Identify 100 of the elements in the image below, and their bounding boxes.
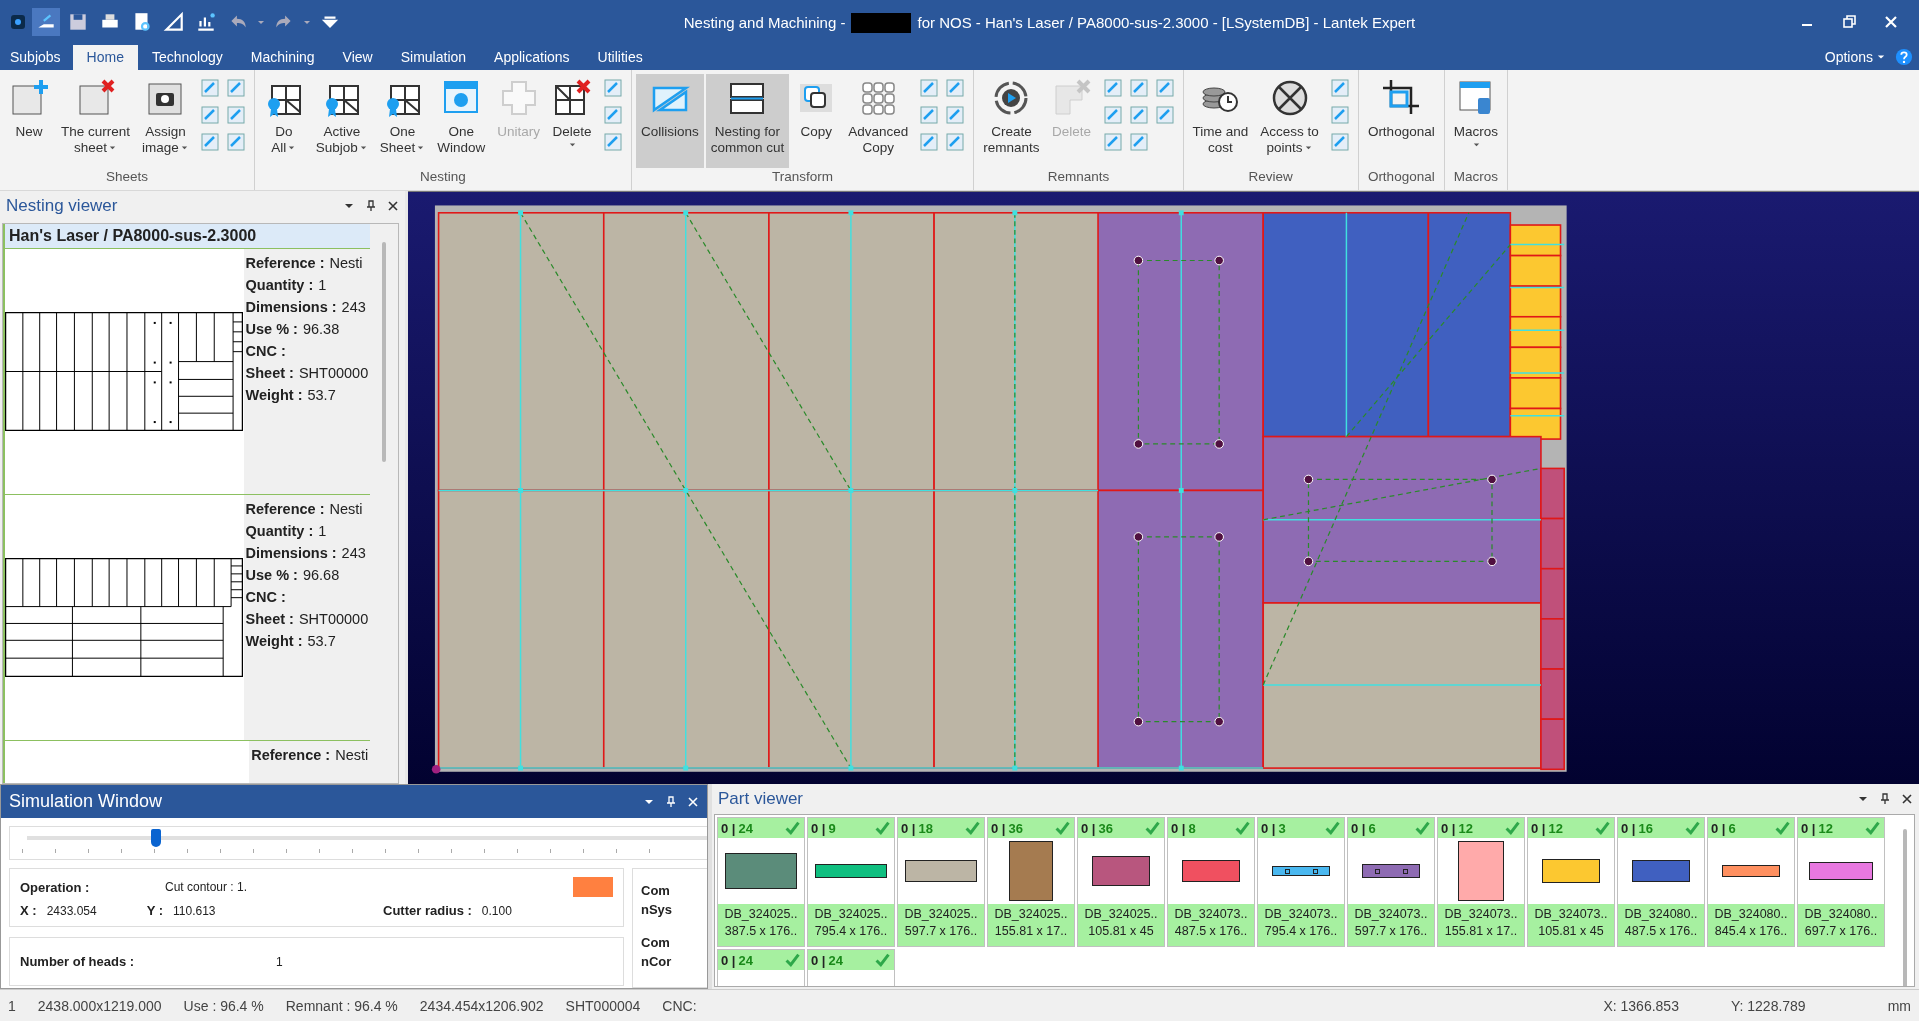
tool-icon[interactable] <box>1128 77 1149 98</box>
property-label: Use % : <box>245 567 298 584</box>
tool-icon[interactable] <box>602 131 623 152</box>
tool-icon[interactable] <box>225 131 246 152</box>
ribbon-button[interactable]: Active Subjob <box>310 73 373 168</box>
status-text: Remnant : 96.4 % <box>285 997 398 1014</box>
tool-icon[interactable] <box>945 77 966 98</box>
close-icon[interactable] <box>1901 793 1913 806</box>
part-card[interactable]: 0 | 9 DB_324025.. 795.4 x 176.. <box>807 817 895 948</box>
ribbon-button[interactable]: Access to points <box>1255 73 1324 168</box>
ribbon-button[interactable]: One Sheet <box>374 73 431 168</box>
total-count: 12 <box>1818 820 1833 836</box>
options-menu[interactable]: Options <box>1818 44 1891 70</box>
group-label: Transform <box>771 168 835 187</box>
part-card[interactable]: 0 | 36 DB_324025.. 155.81 x 17.. <box>987 817 1075 948</box>
ribbon-button[interactable]: Copy <box>791 73 842 168</box>
pin-icon[interactable] <box>1879 793 1891 806</box>
part-card[interactable]: 0 | 18 DB_324025.. 597.7 x 176.. <box>897 817 985 948</box>
done-count: 0 | <box>721 952 736 968</box>
tool-icon[interactable] <box>1102 77 1123 98</box>
ribbon-button[interactable]: Delete <box>546 73 597 168</box>
ribbon-button[interactable]: Advanced Copy <box>843 73 914 168</box>
tool-icon[interactable] <box>1154 77 1175 98</box>
ribbon-tab[interactable]: Simulation <box>386 44 481 70</box>
tool-icon[interactable] <box>199 131 220 152</box>
part-card[interactable]: 0 | 16 DB_324080.. 487.5 x 176.. <box>1617 817 1705 948</box>
tool-icon[interactable] <box>225 104 246 125</box>
tool-icon[interactable] <box>1154 104 1175 125</box>
tool-icon[interactable] <box>225 77 246 98</box>
nest-thumbnail-drawing[interactable] <box>5 312 244 432</box>
close-icon[interactable] <box>687 795 699 808</box>
ribbon-tab[interactable]: Home <box>72 44 138 70</box>
ribbon-button[interactable]: New <box>4 73 54 168</box>
part-card[interactable]: 0 | 24 <box>717 949 805 987</box>
ribbon-button[interactable]: Time and cost <box>1187 73 1254 168</box>
part-size: 487.5 x 176.. <box>1624 924 1698 939</box>
tool-icon[interactable] <box>1128 104 1149 125</box>
drawing-canvas[interactable] <box>408 191 1919 785</box>
panel-title: Simulation Window <box>9 791 163 813</box>
tool-icon[interactable] <box>1329 77 1350 98</box>
pin-icon[interactable] <box>365 200 377 213</box>
part-card[interactable]: 0 | 36 DB_324025.. 105.81 x 45 <box>1077 817 1165 948</box>
tool-icon[interactable] <box>199 77 220 98</box>
ribbon-button[interactable]: Orthogonal <box>1362 73 1440 168</box>
ribbon-tab[interactable]: View <box>328 44 387 70</box>
part-card[interactable]: 0 | 24 <box>807 949 895 987</box>
property-label: CNC : <box>245 589 286 606</box>
ribbon-tab[interactable]: Applications <box>480 44 584 70</box>
tool-icon[interactable] <box>919 77 940 98</box>
field-label: Com <box>641 935 671 951</box>
tool-icon[interactable] <box>1329 131 1350 152</box>
status-text: 1 <box>8 997 16 1014</box>
tool-icon[interactable] <box>1128 131 1149 152</box>
ribbon-button[interactable]: Macros <box>1448 73 1503 168</box>
ribbon-button[interactable]: Nesting for common cut <box>705 73 790 168</box>
tool-icon[interactable] <box>945 104 966 125</box>
part-size: 487.5 x 176.. <box>1174 924 1248 939</box>
status-text: 2434.454x1206.902 <box>419 997 544 1014</box>
ribbon-button[interactable]: The current sheet <box>56 73 136 168</box>
tool-icon[interactable] <box>602 77 623 98</box>
ribbon-button[interactable]: Create remnants <box>978 73 1045 168</box>
help-icon[interactable] <box>1895 47 1913 66</box>
tool-icon[interactable] <box>199 104 220 125</box>
close-icon[interactable] <box>387 200 399 213</box>
part-name: DB_324025.. <box>814 907 888 922</box>
part-card[interactable]: 0 | 12 DB_324073.. 155.81 x 17.. <box>1437 817 1525 948</box>
ribbon-tab[interactable]: Machining <box>236 44 329 70</box>
ribbon-tab[interactable]: Subjobs <box>0 44 73 70</box>
ribbon-button[interactable]: Collisions <box>635 73 704 168</box>
tool-icon[interactable] <box>1329 104 1350 125</box>
ribbon-tab[interactable]: Technology <box>137 44 237 70</box>
tool-icon[interactable] <box>919 104 940 125</box>
nesting-icon[interactable] <box>32 8 60 37</box>
part-card[interactable]: 0 | 3 DB_324073.. 795.4 x 176.. <box>1257 817 1345 948</box>
part-card[interactable]: 0 | 12 DB_324080.. 697.7 x 176.. <box>1797 817 1885 948</box>
part-card[interactable]: 0 | 12 DB_324073.. 105.81 x 45 <box>1527 817 1615 948</box>
total-count: 12 <box>1458 820 1473 836</box>
ribbon-button[interactable]: One Window <box>432 73 491 168</box>
part-card[interactable]: 0 | 8 DB_324073.. 487.5 x 176.. <box>1167 817 1255 948</box>
part-card[interactable]: 0 | 6 DB_324073.. 597.7 x 176.. <box>1347 817 1435 948</box>
tool-icon[interactable] <box>1102 131 1123 152</box>
part-card[interactable]: 0 | 24 DB_324025.. 387.5 x 176.. <box>717 817 805 948</box>
ribbon-tab[interactable]: Utilities <box>583 44 657 70</box>
tool-icon[interactable] <box>602 104 623 125</box>
field-value: 0.100 <box>481 903 512 918</box>
scrollbar[interactable] <box>370 224 398 784</box>
ribbon-button[interactable]: Do All <box>258 73 309 168</box>
done-count: 0 | <box>1261 820 1276 836</box>
property-label: Dimensions : <box>245 299 337 316</box>
property-label: Quantity : <box>245 277 314 294</box>
nest-thumbnail-drawing[interactable] <box>5 558 244 678</box>
slider-thumb[interactable] <box>151 829 162 848</box>
tool-icon[interactable] <box>945 131 966 152</box>
field-value: 1 <box>276 954 283 969</box>
part-name: DB_324073.. <box>1174 907 1248 922</box>
simulation-slider[interactable] <box>27 829 707 848</box>
ribbon-button[interactable]: Assign image <box>137 73 194 168</box>
tool-icon[interactable] <box>919 131 940 152</box>
tool-icon[interactable] <box>1102 104 1123 125</box>
part-card[interactable]: 0 | 6 DB_324080.. 845.4 x 176.. <box>1707 817 1795 948</box>
